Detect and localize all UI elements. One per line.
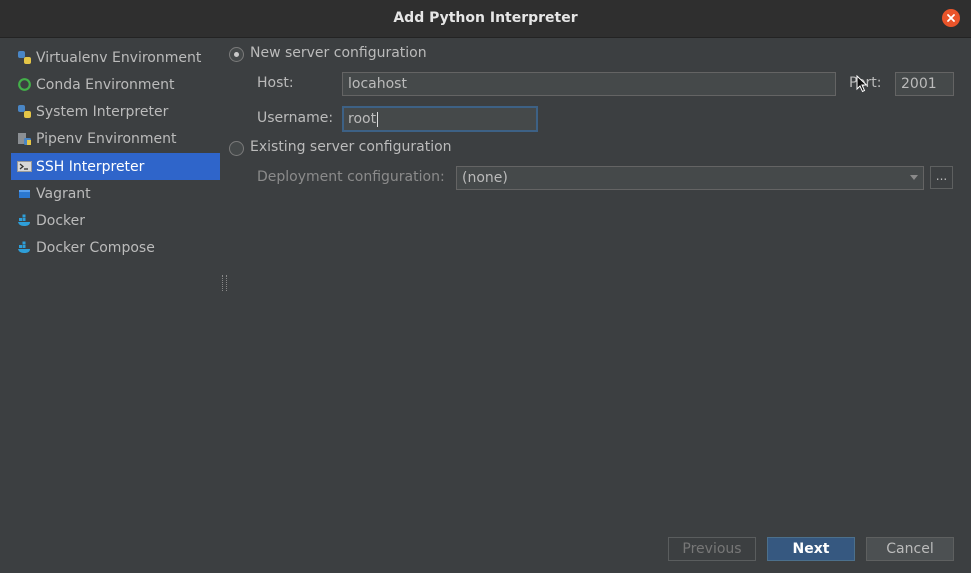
sidebar-item-virtualenv[interactable]: Virtualenv Environment xyxy=(11,44,220,71)
panel-splitter[interactable] xyxy=(222,275,227,291)
interpreter-type-list: Virtualenv Environment Conda Environment… xyxy=(0,38,222,528)
sidebar-item-label: SSH Interpreter xyxy=(36,158,145,175)
host-input[interactable]: locahost xyxy=(342,72,836,96)
sidebar-item-vagrant[interactable]: Vagrant xyxy=(11,180,220,207)
python-icon xyxy=(16,104,32,120)
deployment-config-select[interactable]: (none) xyxy=(456,166,924,190)
conda-ring-icon xyxy=(16,77,32,93)
docker-icon xyxy=(16,213,32,229)
python-icon xyxy=(16,50,32,66)
next-button[interactable]: Next xyxy=(767,537,855,561)
sidebar-item-ssh-interpreter[interactable]: SSH Interpreter xyxy=(11,153,220,180)
pipenv-icon xyxy=(16,131,32,147)
vagrant-icon xyxy=(16,186,32,202)
browse-deployment-button[interactable]: ... xyxy=(930,166,953,189)
new-server-radio[interactable] xyxy=(229,47,244,62)
title-bar: Add Python Interpreter xyxy=(0,0,971,38)
mouse-pointer-icon xyxy=(856,75,868,93)
sidebar-item-label: Docker xyxy=(36,212,86,229)
terminal-icon xyxy=(16,159,32,175)
existing-server-radio[interactable] xyxy=(229,141,244,156)
username-label: Username: xyxy=(257,110,334,126)
add-python-interpreter-dialog: Add Python Interpreter Virtualenv Enviro… xyxy=(0,0,971,573)
username-input[interactable]: root xyxy=(342,106,538,132)
dialog-title: Add Python Interpreter xyxy=(393,10,578,26)
text-caret xyxy=(377,111,379,127)
sidebar-item-docker-compose[interactable]: Docker Compose xyxy=(11,234,220,261)
username-value: root xyxy=(348,111,377,127)
sidebar-item-conda[interactable]: Conda Environment xyxy=(11,71,220,98)
deployment-config-value: (none) xyxy=(462,170,508,186)
close-icon xyxy=(947,14,955,22)
new-server-label: New server configuration xyxy=(250,45,427,61)
previous-button[interactable]: Previous xyxy=(668,537,756,561)
sidebar-item-label: System Interpreter xyxy=(36,103,169,120)
existing-server-label: Existing server configuration xyxy=(250,139,452,155)
close-button[interactable] xyxy=(942,9,960,27)
sidebar-item-pipenv[interactable]: Pipenv Environment xyxy=(11,125,220,152)
chevron-down-icon xyxy=(910,175,918,180)
sidebar-item-label: Vagrant xyxy=(36,185,91,202)
docker-icon xyxy=(16,240,32,256)
sidebar-item-label: Docker Compose xyxy=(36,239,155,256)
sidebar-item-label: Pipenv Environment xyxy=(36,130,177,147)
port-input[interactable]: 2001 xyxy=(895,72,954,96)
host-label: Host: xyxy=(257,75,294,91)
deployment-config-label: Deployment configuration: xyxy=(257,169,445,185)
sidebar-item-system-interpreter[interactable]: System Interpreter xyxy=(11,98,220,125)
sidebar-item-label: Virtualenv Environment xyxy=(36,49,202,66)
sidebar-item-label: Conda Environment xyxy=(36,76,175,93)
cancel-button[interactable]: Cancel xyxy=(866,537,954,561)
sidebar-item-docker[interactable]: Docker xyxy=(11,207,220,234)
